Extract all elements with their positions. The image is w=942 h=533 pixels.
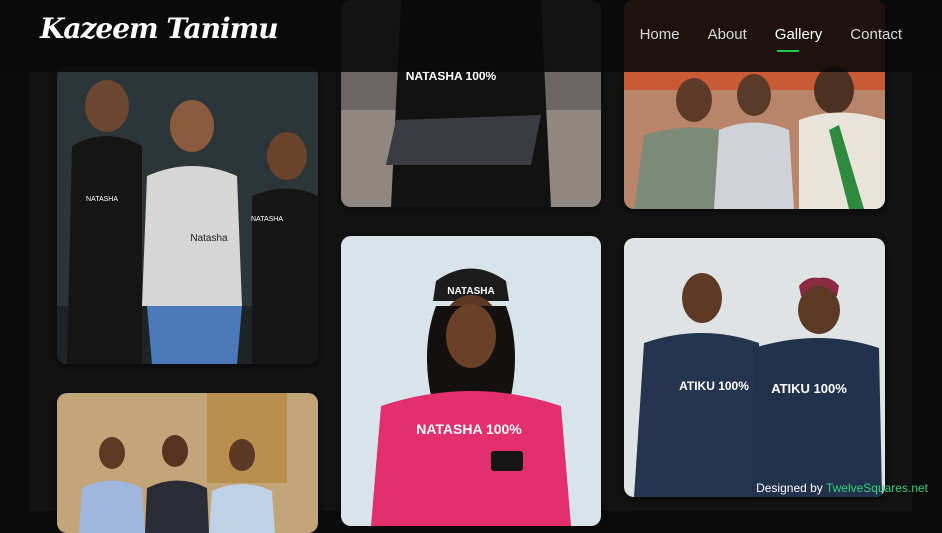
photo-two-men-atiku-sweatshirts: ATIKU 100% ATIKU 100% [624, 238, 885, 497]
shirt-text-left: ATIKU 100% [679, 379, 749, 393]
gallery-photo-4[interactable]: NATASHA NATASHA 100% [341, 236, 601, 526]
shirt-text: NATASHA 100% [416, 421, 522, 437]
photo-pink-natasha-tee-cap: NATASHA NATASHA 100% [341, 236, 601, 526]
gallery-photo-6[interactable] [57, 393, 318, 533]
nav-gallery-label: Gallery [774, 26, 823, 43]
shirt-text-left: NATASHA [86, 196, 118, 203]
site-header: Kazeem Tanimu Home About Gallery Contact [0, 0, 942, 72]
shirt-text-right: NATASHA [251, 216, 283, 223]
active-indicator [776, 50, 799, 52]
credit-prefix: Designed by [756, 481, 823, 495]
site-logo[interactable]: Kazeem Tanimu [40, 12, 279, 45]
credit-link[interactable]: TwelveSquares.net [826, 481, 928, 495]
footer-credit: Designed by TwelveSquares.net [756, 481, 928, 495]
gallery-photo-5[interactable]: ATIKU 100% ATIKU 100% [624, 238, 885, 497]
nav-contact[interactable]: Contact [850, 26, 902, 49]
nav-home[interactable]: Home [640, 26, 680, 49]
nav-gallery[interactable]: Gallery [774, 26, 823, 52]
main-nav: Home About Gallery Contact [640, 26, 902, 52]
photo-three-people-natasha-shirts: Natasha NATASHA NATASHA [57, 66, 318, 364]
gallery-photo-1[interactable]: Natasha NATASHA NATASHA [57, 66, 318, 364]
shirt-text-right: ATIKU 100% [771, 381, 847, 396]
nav-about[interactable]: About [708, 26, 747, 49]
shirt-text-center: Natasha [190, 233, 228, 244]
photo-group-men-office [57, 393, 318, 533]
